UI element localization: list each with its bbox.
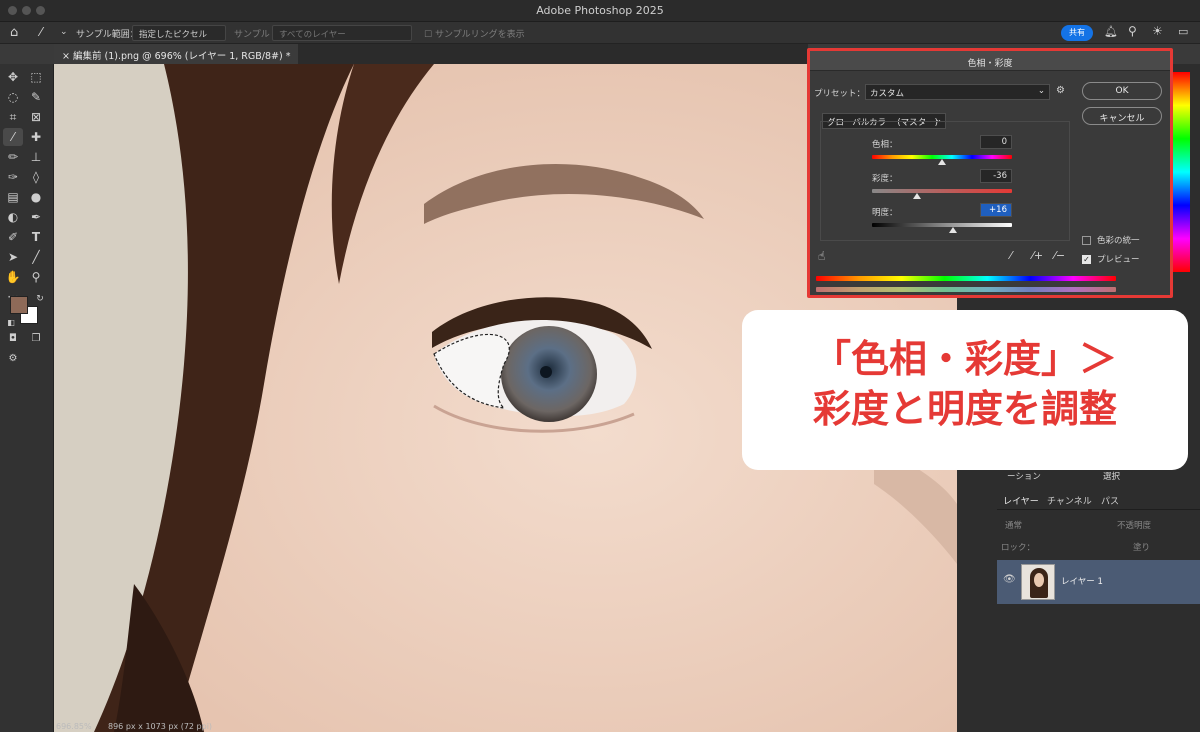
eyedropper-tool-icon[interactable]: ⁄ (40, 25, 42, 39)
eyedropper-add-icon[interactable]: ⁄+ (1032, 249, 1043, 262)
annotation-callout: 「色相・彩度」＞ 彩度と明度を調整 (742, 310, 1188, 470)
tab-layers[interactable]: レイヤー (1003, 494, 1039, 507)
document-tab-label: 編集前 (1).png @ 696% (レイヤー 1, RGB/8#) * (72, 51, 291, 62)
preset-select[interactable]: カスタム ⌄ (865, 84, 1050, 100)
workspace-icon[interactable]: ▭ (1178, 25, 1188, 38)
crop-tool-icon[interactable]: ⌗ (3, 108, 23, 126)
lock-label: ロック： (1001, 543, 1036, 553)
saturation-slider-track[interactable] (872, 189, 1012, 193)
zoom-tool-icon[interactable]: ⚲ (26, 268, 46, 286)
pen-tool-icon[interactable]: ✒ (26, 208, 46, 226)
panel-partial-label: ーション (1007, 472, 1041, 482)
eye-icon[interactable]: 👁︎ (1003, 574, 1016, 585)
pen-alt-tool-icon[interactable]: ✐ (3, 228, 23, 246)
eyedropper-sample-icon[interactable]: ⁄ (1010, 249, 1012, 262)
line-tool-icon[interactable]: ╱ (26, 248, 46, 266)
hue-input[interactable]: 0 (980, 135, 1012, 149)
layer-name: レイヤー 1 (1061, 577, 1103, 587)
share-button[interactable]: 共有 (1061, 25, 1093, 41)
eyedropper-icon[interactable]: ⁄ (3, 128, 23, 146)
lightness-input[interactable]: +16 (980, 203, 1012, 217)
lightness-slider-track[interactable] (872, 223, 1012, 227)
quick-mask-icon[interactable]: ◘ (3, 330, 23, 348)
lightness-slider-thumb[interactable] (949, 227, 958, 233)
blur-tool-icon[interactable]: ● (26, 188, 46, 206)
colorize-label: 色彩の統一 (1097, 236, 1140, 246)
cancel-button[interactable]: キャンセル (1082, 107, 1162, 125)
home-icon[interactable]: ⌂ (10, 25, 18, 40)
ok-button[interactable]: OK (1082, 82, 1162, 100)
zoom-level[interactable]: 696.85% (56, 722, 92, 731)
gear-icon[interactable]: ⚙ (1056, 85, 1065, 96)
target-adjust-hand-icon[interactable]: ☝ (818, 249, 825, 263)
hue-saturation-dialog: 色相・彩度 プリセット： カスタム ⌄ ⚙ OK キャンセル グローバルカラー (… (807, 48, 1173, 298)
edit-toolbar-icon[interactable]: ⚙ (3, 350, 23, 368)
history-brush-icon[interactable]: ✑ (3, 168, 23, 186)
tab-paths[interactable]: パス (1101, 494, 1119, 507)
quick-select-tool-icon[interactable]: ✎ (26, 88, 46, 106)
marquee-tool-icon[interactable]: ⬚ (26, 68, 46, 86)
bell-icon[interactable]: 🔔︎ (1104, 25, 1118, 38)
status-bar: 696.85% 896 px x 1073 px (72 ppi) (54, 722, 804, 732)
callout-line-2: 彩度と明度を調整 (812, 387, 1117, 431)
dodge-tool-icon[interactable]: ◐ (3, 208, 23, 226)
layers-tab-bar: レイヤー チャンネル パス (997, 490, 1200, 510)
frame-tool-icon[interactable]: ⊠ (26, 108, 46, 126)
saturation-input[interactable]: -36 (980, 169, 1012, 183)
hand-tool-icon[interactable]: ✋ (3, 268, 23, 286)
preview-label: プレビュー (1097, 255, 1140, 265)
gradient-tool-icon[interactable]: ▤ (3, 188, 23, 206)
hue-slider-thumb[interactable] (938, 159, 946, 165)
colorize-checkbox[interactable]: 色彩の統一 (1082, 234, 1140, 246)
path-select-icon[interactable]: ➤ (3, 248, 23, 266)
callout-line-1: 「色相・彩度」＞ (812, 337, 1117, 381)
eraser-tool-icon[interactable]: ◊ (26, 168, 46, 186)
lightbulb-icon[interactable]: ☀ (1152, 24, 1163, 38)
eyedropper-subtract-icon[interactable]: ⁄− (1054, 249, 1065, 262)
healing-brush-icon[interactable]: ✚ (26, 128, 46, 146)
output-color-bar (816, 287, 1116, 292)
stamp-tool-icon[interactable]: ⊥ (26, 148, 46, 166)
app-title: Adobe Photoshop 2025 (536, 4, 664, 17)
document-tab[interactable]: × 編集前 (1).png @ 696% (レイヤー 1, RGB/8#) * (54, 44, 299, 64)
input-color-bar (816, 276, 1116, 281)
chevron-down-icon[interactable]: ⌄ (60, 27, 68, 37)
move-tool-icon[interactable]: ✥ (3, 68, 23, 86)
hue-label: 色相： (872, 140, 898, 150)
preview-checkbox[interactable]: ✓ プレビュー (1082, 253, 1140, 265)
color-spectrum-strip[interactable] (1172, 72, 1190, 272)
document-size: 896 px x 1073 px (72 ppi) (108, 722, 213, 731)
layer-thumbnail (1021, 564, 1055, 600)
document-tab-bar: × 編集前 (1).png @ 696% (レイヤー 1, RGB/8#) * (54, 44, 808, 64)
screen-mode-icon[interactable]: ❐ (26, 330, 46, 348)
sample-range-label: サンプル範囲： (76, 30, 139, 40)
dialog-title: 色相・彩度 (810, 51, 1170, 71)
saturation-label: 彩度： (872, 174, 898, 184)
layer-row[interactable]: 👁︎ レイヤー 1 (997, 560, 1200, 604)
preset-label: プリセット： (814, 89, 866, 99)
options-bar: ⌂ ⁄ ⌄ サンプル範囲： 指定したピクセル サンプル すべてのレイヤー ☐ サ… (0, 22, 1200, 44)
lasso-tool-icon[interactable]: ◌ (3, 88, 23, 106)
sample-layers-select[interactable]: すべてのレイヤー (272, 25, 412, 41)
fill-label: 塗り (1133, 543, 1151, 553)
opacity-label: 不透明度 (1117, 521, 1152, 531)
show-ring-checkbox[interactable]: ☐ サンプルリングを表示 (424, 27, 525, 40)
search-icon[interactable]: ⚲ (1128, 24, 1137, 38)
foreground-color-swatch[interactable] (10, 296, 28, 314)
sample-label: サンプル (234, 30, 270, 40)
sample-range-select[interactable]: 指定したピクセル (132, 25, 226, 41)
show-ring-label: サンプルリングを表示 (434, 30, 525, 40)
tools-panel: ✥ ⬚ ◌ ✎ ⌗ ⊠ ⁄ ✚ ✏ ⊥ ✑ ◊ ▤ ● ◐ ✒ ✐ T ➤ ╱ … (0, 64, 54, 732)
swap-colors-icon[interactable]: ↻ (30, 290, 50, 308)
lightness-label: 明度： (872, 208, 898, 218)
title-bar: Adobe Photoshop 2025 (0, 0, 1200, 22)
blend-mode-select[interactable]: 通常 (1005, 519, 1022, 531)
type-tool-icon[interactable]: T (26, 228, 46, 246)
brush-tool-icon[interactable]: ✏ (3, 148, 23, 166)
panel-select-label: 選択 (1103, 472, 1121, 482)
saturation-slider-thumb[interactable] (912, 193, 921, 199)
tab-channels[interactable]: チャンネル (1047, 494, 1092, 507)
